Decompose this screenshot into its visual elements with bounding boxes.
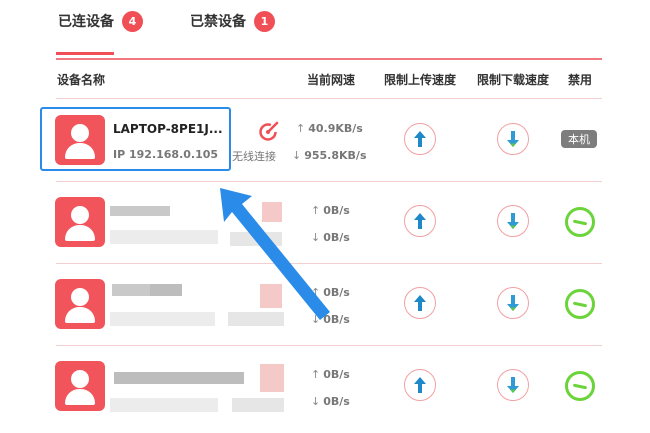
upload-speed: ↑ 40.9KB/s	[296, 122, 363, 135]
disable-device-button[interactable]	[565, 207, 595, 237]
disable-device-button[interactable]	[565, 371, 595, 401]
connection-type: 无线连接	[232, 150, 276, 163]
arrow-up-icon	[414, 377, 426, 393]
col-header-limit-upload: 限制上传速度	[384, 73, 457, 87]
arrow-down-icon	[507, 377, 519, 393]
arrow-up-icon	[414, 131, 426, 147]
table-row: ↑ 0B/s ↓ 0B/s	[0, 346, 650, 428]
arrow-down-icon	[507, 295, 519, 311]
tab-blocked-devices[interactable]: 已禁设备 1	[190, 8, 275, 34]
download-speed: ↓ 955.8KB/s	[292, 149, 367, 162]
download-speed: ↓ 0B/s	[311, 395, 350, 408]
header-divider	[56, 98, 602, 99]
col-header-device-name: 设备名称	[57, 73, 106, 87]
col-header-disable: 禁用	[568, 73, 593, 87]
limit-download-button[interactable]	[497, 369, 529, 401]
tab-connected-devices[interactable]: 已连设备 4	[58, 8, 143, 34]
pointer-arrow-icon	[220, 188, 330, 320]
limit-download-button[interactable]	[497, 123, 529, 155]
limit-download-button[interactable]	[497, 205, 529, 237]
limit-upload-button[interactable]	[404, 123, 436, 155]
tab-connected-label: 已连设备	[58, 14, 114, 30]
tab-bar: 已连设备 4 已禁设备 1	[0, 0, 602, 60]
limit-upload-button[interactable]	[404, 205, 436, 237]
blurred-device-info	[110, 364, 285, 416]
limit-upload-button[interactable]	[404, 287, 436, 319]
user-avatar-icon	[55, 279, 105, 329]
wireless-connection-icon	[259, 121, 279, 141]
active-tab-indicator	[56, 52, 114, 55]
user-avatar-icon	[55, 197, 105, 247]
col-header-current-speed: 当前网速	[307, 73, 356, 87]
tab-divider	[56, 58, 602, 60]
connected-count-badge: 4	[122, 10, 143, 32]
local-machine-badge: 本机	[561, 130, 597, 148]
ban-icon	[572, 219, 588, 225]
user-avatar-icon	[55, 361, 105, 411]
arrow-down-icon	[507, 131, 519, 147]
ban-icon	[572, 301, 588, 307]
arrow-up-icon	[414, 213, 426, 229]
ban-icon	[572, 383, 588, 389]
arrow-down-icon	[507, 213, 519, 229]
limit-download-button[interactable]	[497, 287, 529, 319]
upload-speed: ↑ 0B/s	[311, 368, 350, 381]
highlight-box	[40, 107, 231, 171]
arrow-up-icon	[414, 295, 426, 311]
blocked-count-badge: 1	[254, 10, 275, 32]
col-header-limit-download: 限制下载速度	[477, 73, 550, 87]
limit-upload-button[interactable]	[404, 369, 436, 401]
tab-blocked-label: 已禁设备	[190, 14, 246, 30]
disable-device-button[interactable]	[565, 289, 595, 319]
